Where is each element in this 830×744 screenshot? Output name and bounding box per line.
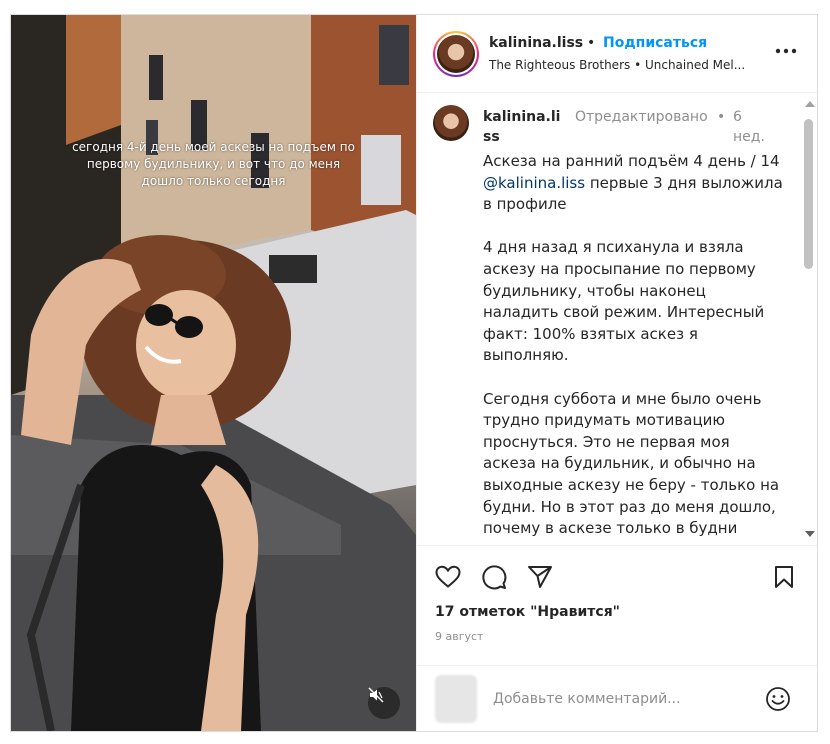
video-frame-illustration xyxy=(11,15,416,731)
caption-separator: • xyxy=(717,109,726,125)
bookmark-icon xyxy=(775,566,793,588)
follow-button[interactable]: Подписаться xyxy=(603,35,707,51)
comment-icon xyxy=(482,565,507,590)
comment-button[interactable] xyxy=(479,562,509,592)
author-avatar-story-ring[interactable] xyxy=(433,31,479,77)
more-horizontal-icon xyxy=(775,48,797,54)
add-comment-bar xyxy=(417,665,817,731)
video-overlay-text: сегодня 4-й день моей аскезы на подъем п… xyxy=(72,140,355,188)
scroll-up-arrow-icon[interactable] xyxy=(805,101,815,107)
header-separator: • xyxy=(587,35,596,51)
post-header: kalinina.liss • Подписаться The Righteou… xyxy=(417,15,817,93)
caption-lead: Аскеза на ранний подъём 4 день / 14 xyxy=(483,152,780,170)
post-dialog: сегодня 4-й день моей аскезы на подъем п… xyxy=(10,14,818,732)
scrollbar-thumb[interactable] xyxy=(804,119,813,269)
edited-label: Отредактировано xyxy=(575,109,708,125)
save-button[interactable] xyxy=(769,562,799,592)
comments-section[interactable]: kalinina.liss Отредактировано • 6 нед. А… xyxy=(417,93,817,545)
author-username-link[interactable]: kalinina.liss xyxy=(489,35,583,51)
speaker-muted-icon xyxy=(368,687,384,703)
avatar xyxy=(437,35,475,73)
caption-username-link[interactable]: kalinina.liss xyxy=(483,107,567,147)
emoji-icon xyxy=(766,687,790,711)
comments-scrollbar[interactable] xyxy=(801,93,817,545)
comment-input[interactable] xyxy=(491,684,735,714)
share-button[interactable] xyxy=(525,562,555,592)
more-options-button[interactable] xyxy=(773,39,799,63)
post-date[interactable]: 9 август xyxy=(435,630,483,643)
caption-paragraph-1: Аскеза на ранний подъём 4 день / 14 @kali… xyxy=(483,151,783,216)
likes-count-link[interactable]: 17 отметок "Нравится" xyxy=(435,604,620,620)
like-button[interactable] xyxy=(433,562,463,592)
caption-paragraph-3: Сегодня суббота и мне было очень трудно … xyxy=(483,389,780,545)
mention-link[interactable]: @kalinina.liss xyxy=(483,174,585,192)
caption-author-avatar[interactable] xyxy=(433,105,469,141)
post-video[interactable]: сегодня 4-й день моей аскезы на подъем п… xyxy=(11,15,416,731)
scroll-down-arrow-icon[interactable] xyxy=(805,531,815,537)
post-side-panel: kalinina.liss • Подписаться The Righteou… xyxy=(416,15,817,731)
audio-track-link[interactable]: The Righteous Brothers • Unchained Mel..… xyxy=(489,58,769,72)
post-actions: 17 отметок "Нравится" 9 август xyxy=(417,545,817,665)
send-icon xyxy=(528,566,552,588)
caption-paragraph-2: 4 дня назад я психанула и взяла аскезу н… xyxy=(483,238,765,365)
mute-toggle-button[interactable] xyxy=(368,687,400,719)
caption-text: Аскеза на ранний подъём 4 день / 14 @kali… xyxy=(483,151,783,545)
current-user-avatar xyxy=(435,675,477,723)
caption-timestamp[interactable]: 6 нед. xyxy=(733,107,773,147)
heart-icon xyxy=(435,565,461,588)
emoji-button[interactable] xyxy=(763,684,793,714)
